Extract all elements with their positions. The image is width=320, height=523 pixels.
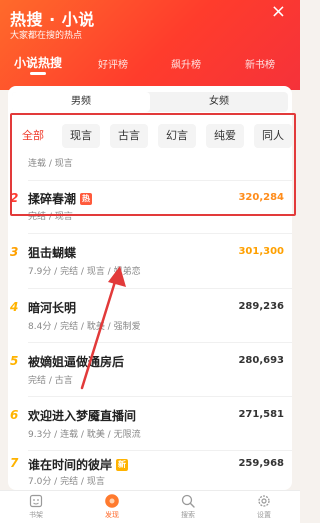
- divider: [28, 288, 292, 289]
- list-item[interactable]: 5 被嫡姐逼做通房后 完结 / 古言 280,693: [8, 345, 292, 397]
- nav-label: 设置: [257, 511, 271, 519]
- book-title: 狙击蝴蝶: [28, 246, 77, 260]
- hot-score: 301,300: [238, 246, 284, 257]
- active-tab-indicator: [30, 72, 46, 75]
- new-badge: 新: [116, 459, 129, 471]
- hot-score: 271,581: [238, 409, 284, 420]
- tab-female[interactable]: 女频: [150, 92, 288, 112]
- list-item[interactable]: 7 谁在时间的彼岸新 7.0分 / 完结 / 现言 259,968: [8, 452, 292, 490]
- book-title-text: 谁在时间的彼岸: [28, 458, 113, 472]
- discover-icon: [105, 494, 119, 508]
- book-meta: 9.3分 / 连载 / 耽美 / 无限流: [28, 430, 141, 440]
- annotation-box: [10, 113, 296, 216]
- list-item[interactable]: 4 暗河长明 8.4分 / 完结 / 耽美 / 强制爱 289,236: [8, 291, 292, 343]
- hot-score: 289,236: [238, 301, 284, 312]
- book-title: 谁在时间的彼岸新: [28, 456, 129, 473]
- nav-search[interactable]: 搜索: [168, 493, 208, 520]
- nav-label: 搜索: [181, 511, 195, 519]
- nav-bookshelf[interactable]: 书架: [16, 493, 56, 520]
- nav-settings[interactable]: 设置: [244, 493, 284, 520]
- list-item[interactable]: 3 狙击蝴蝶 7.9分 / 完结 / 现言 / 姐弟恋 301,300: [8, 236, 292, 288]
- tab-top-rated[interactable]: 好评榜: [98, 56, 128, 71]
- settings-icon: [258, 495, 270, 507]
- search-icon: [181, 494, 195, 508]
- header-banner: 热搜 · 小说 大家都在搜的热点 × 小说热搜 好评榜 飙升榜 新书榜: [0, 0, 300, 90]
- hot-score: 280,693: [238, 355, 284, 366]
- list-item[interactable]: 6 欢迎进入梦魇直播间 9.3分 / 连载 / 耽美 / 无限流 271,581: [8, 399, 292, 451]
- page-subtitle: 大家都在搜的热点: [10, 31, 83, 41]
- nav-label: 书架: [29, 511, 43, 519]
- book-title: 暗河长明: [28, 301, 77, 315]
- ranking-tabs: 小说热搜 好评榜 飙升榜 新书榜: [0, 54, 300, 76]
- tab-male[interactable]: 男频: [12, 92, 150, 112]
- divider: [28, 233, 292, 234]
- divider: [28, 450, 292, 451]
- tab-new-books[interactable]: 新书榜: [245, 56, 275, 71]
- rank-number: 5: [10, 354, 19, 368]
- tab-hot-search[interactable]: 小说热搜: [14, 54, 62, 71]
- close-icon[interactable]: ×: [271, 3, 286, 21]
- nav-label: 发现: [105, 511, 119, 519]
- bookshelf-icon: [29, 494, 43, 508]
- book-meta: 完结 / 古言: [28, 376, 73, 386]
- rank-number: 4: [10, 300, 19, 314]
- rank-number: 7: [10, 456, 19, 470]
- book-title: 欢迎进入梦魇直播间: [28, 409, 137, 423]
- tab-rising[interactable]: 飙升榜: [171, 56, 201, 71]
- nav-discover[interactable]: 发现: [92, 493, 132, 520]
- book-title: 被嫡姐逼做通房后: [28, 355, 125, 369]
- book-meta: 7.9分 / 完结 / 现言 / 姐弟恋: [28, 267, 141, 277]
- bottom-nav: 书架 发现 搜索 设置: [0, 490, 300, 523]
- book-meta: 8.4分 / 完结 / 耽美 / 强制爱: [28, 322, 141, 332]
- rank-number: 3: [10, 245, 19, 259]
- page-title: 热搜 · 小说: [10, 10, 95, 29]
- divider: [28, 396, 292, 397]
- gender-switch: 男频 女频: [12, 92, 288, 112]
- rank-number: 6: [10, 408, 19, 422]
- hot-score: 259,968: [238, 458, 284, 469]
- divider: [28, 342, 292, 343]
- book-meta: 7.0分 / 完结 / 现言: [28, 477, 105, 487]
